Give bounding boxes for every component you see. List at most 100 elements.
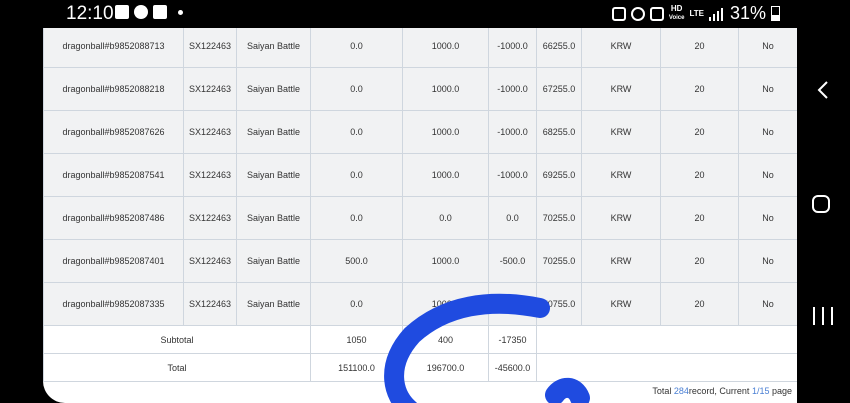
- currency-cell: KRW: [581, 239, 661, 283]
- pagination-prefix: Total: [652, 386, 674, 396]
- balance-cell: 68255.0: [536, 110, 582, 154]
- currency-cell: KRW: [581, 110, 661, 154]
- balance-cell: 69255.0: [536, 153, 582, 197]
- subtotal-empty: [536, 325, 797, 354]
- voice-label: Voice: [668, 15, 685, 21]
- table-row: dragonball#b9852087486 SX122463 Saiyan Bat…: [43, 196, 797, 240]
- count-cell: 20: [660, 67, 739, 111]
- back-button[interactable]: [814, 80, 832, 100]
- amount-col2-cell: 0.0: [402, 196, 489, 240]
- game-name-cell: Saiyan Battle: [236, 28, 311, 68]
- record-count: 284: [673, 386, 689, 396]
- amount-col3-cell: [488, 282, 537, 326]
- subtotal-col3: -17350: [488, 325, 537, 354]
- code-cell: SX122463: [183, 28, 237, 68]
- amount-col1-cell: 0.0: [310, 282, 403, 326]
- talk-icon: [134, 5, 148, 19]
- account-cell: dragonball#b9852087626: [43, 110, 184, 154]
- balance-cell: 70255.0: [536, 196, 582, 240]
- account-cell: dragonball#b9852088713: [43, 28, 184, 68]
- flag-cell: No: [738, 239, 797, 283]
- more-notifications-icon: [178, 9, 183, 15]
- records-table: dragonball#b9852088713 SX122463 Saiyan Bat…: [43, 28, 797, 382]
- code-cell: SX122463: [183, 67, 237, 111]
- flag-cell: No: [738, 28, 797, 68]
- status-time: 12:10: [66, 3, 114, 24]
- amount-col2-cell: 1000.0: [402, 282, 489, 326]
- pagination-summary: Total 284record, Current 1/15 page: [652, 386, 792, 396]
- currency-cell: KRW: [581, 282, 661, 326]
- table-row: dragonball#b9852087401 SX122463 Saiyan Bat…: [43, 239, 797, 283]
- subtotal-col2: 400: [402, 325, 489, 354]
- account-cell: dragonball#b9852087335: [43, 282, 184, 326]
- amount-col3-cell: 0.0: [488, 196, 537, 240]
- subtotal-row: Subtotal 1050 400 -17350: [43, 325, 797, 354]
- flag-cell: No: [738, 196, 797, 240]
- amount-col3-cell: -500.0: [488, 239, 537, 283]
- game-name-cell: Saiyan Battle: [236, 196, 311, 240]
- count-cell: 20: [660, 196, 739, 240]
- game-name-cell: Saiyan Battle: [236, 110, 311, 154]
- hd-label: HD: [670, 4, 683, 13]
- battery-icon: [771, 6, 780, 21]
- account-cell: dragonball#b9852088218: [43, 67, 184, 111]
- code-cell: SX122463: [183, 282, 237, 326]
- count-cell: 20: [660, 153, 739, 197]
- code-cell: SX122463: [183, 239, 237, 283]
- pagination-suffix: page: [769, 386, 792, 396]
- flag-cell: No: [738, 153, 797, 197]
- balance-cell: 67255.0: [536, 67, 582, 111]
- total-label: Total: [43, 353, 311, 382]
- signal-icon: [708, 7, 723, 21]
- account-cell: dragonball#b9852087541: [43, 153, 184, 197]
- code-cell: SX122463: [183, 153, 237, 197]
- amount-col2-cell: 1000.0: [402, 67, 489, 111]
- amount-col1-cell: 500.0: [310, 239, 403, 283]
- game-name-cell: Saiyan Battle: [236, 153, 311, 197]
- count-cell: 20: [660, 239, 739, 283]
- network-indicator: HD Voice: [669, 5, 685, 22]
- amount-col3-cell: -1000.0: [488, 153, 537, 197]
- count-cell: 20: [660, 28, 739, 68]
- gallery-icon: [115, 5, 129, 19]
- notification-icons: [115, 5, 183, 19]
- total-col1: 151100.0: [310, 353, 403, 382]
- amount-col1-cell: 0.0: [310, 196, 403, 240]
- amount-col1-cell: 0.0: [310, 153, 403, 197]
- account-cell: dragonball#b9852087401: [43, 239, 184, 283]
- flag-cell: No: [738, 110, 797, 154]
- subtotal-label: Subtotal: [43, 325, 311, 354]
- currency-cell: KRW: [581, 196, 661, 240]
- flag-cell: No: [738, 282, 797, 326]
- balance-cell: 70755.0: [536, 282, 582, 326]
- mute-icon: [649, 6, 664, 21]
- recents-button[interactable]: [813, 307, 833, 325]
- code-cell: SX122463: [183, 110, 237, 154]
- table-row: dragonball#b9852087541 SX122463 Saiyan Bat…: [43, 153, 797, 197]
- subtotal-col1: 1050: [310, 325, 403, 354]
- amount-col3-cell: -1000.0: [488, 110, 537, 154]
- message-icon: [153, 5, 167, 19]
- currency-cell: KRW: [581, 28, 661, 68]
- code-cell: SX122463: [183, 196, 237, 240]
- battery-percent: 31%: [729, 3, 766, 23]
- amount-col1-cell: 0.0: [310, 28, 403, 68]
- table-row: dragonball#b9852087626 SX122463 Saiyan Bat…: [43, 110, 797, 154]
- balance-cell: 70255.0: [536, 239, 582, 283]
- navigation-bar: [797, 0, 850, 403]
- current-page-link[interactable]: 1/15: [752, 386, 770, 396]
- amount-col2-cell: 1000.0: [402, 110, 489, 154]
- amount-col1-cell: 0.0: [310, 110, 403, 154]
- amount-col3-cell: -1000.0: [488, 28, 537, 68]
- amount-col2-cell: 1000.0: [402, 239, 489, 283]
- game-name-cell: Saiyan Battle: [236, 67, 311, 111]
- amount-col1-cell: 0.0: [310, 67, 403, 111]
- game-name-cell: Saiyan Battle: [236, 239, 311, 283]
- status-bar: 12:10 HD Voice LTE 31%: [0, 0, 850, 28]
- game-name-cell: Saiyan Battle: [236, 282, 311, 326]
- home-button[interactable]: [812, 195, 830, 213]
- pagination-middle: record, Current: [688, 386, 752, 396]
- currency-cell: KRW: [581, 153, 661, 197]
- balance-cell: 66255.0: [536, 28, 582, 68]
- count-cell: 20: [660, 282, 739, 326]
